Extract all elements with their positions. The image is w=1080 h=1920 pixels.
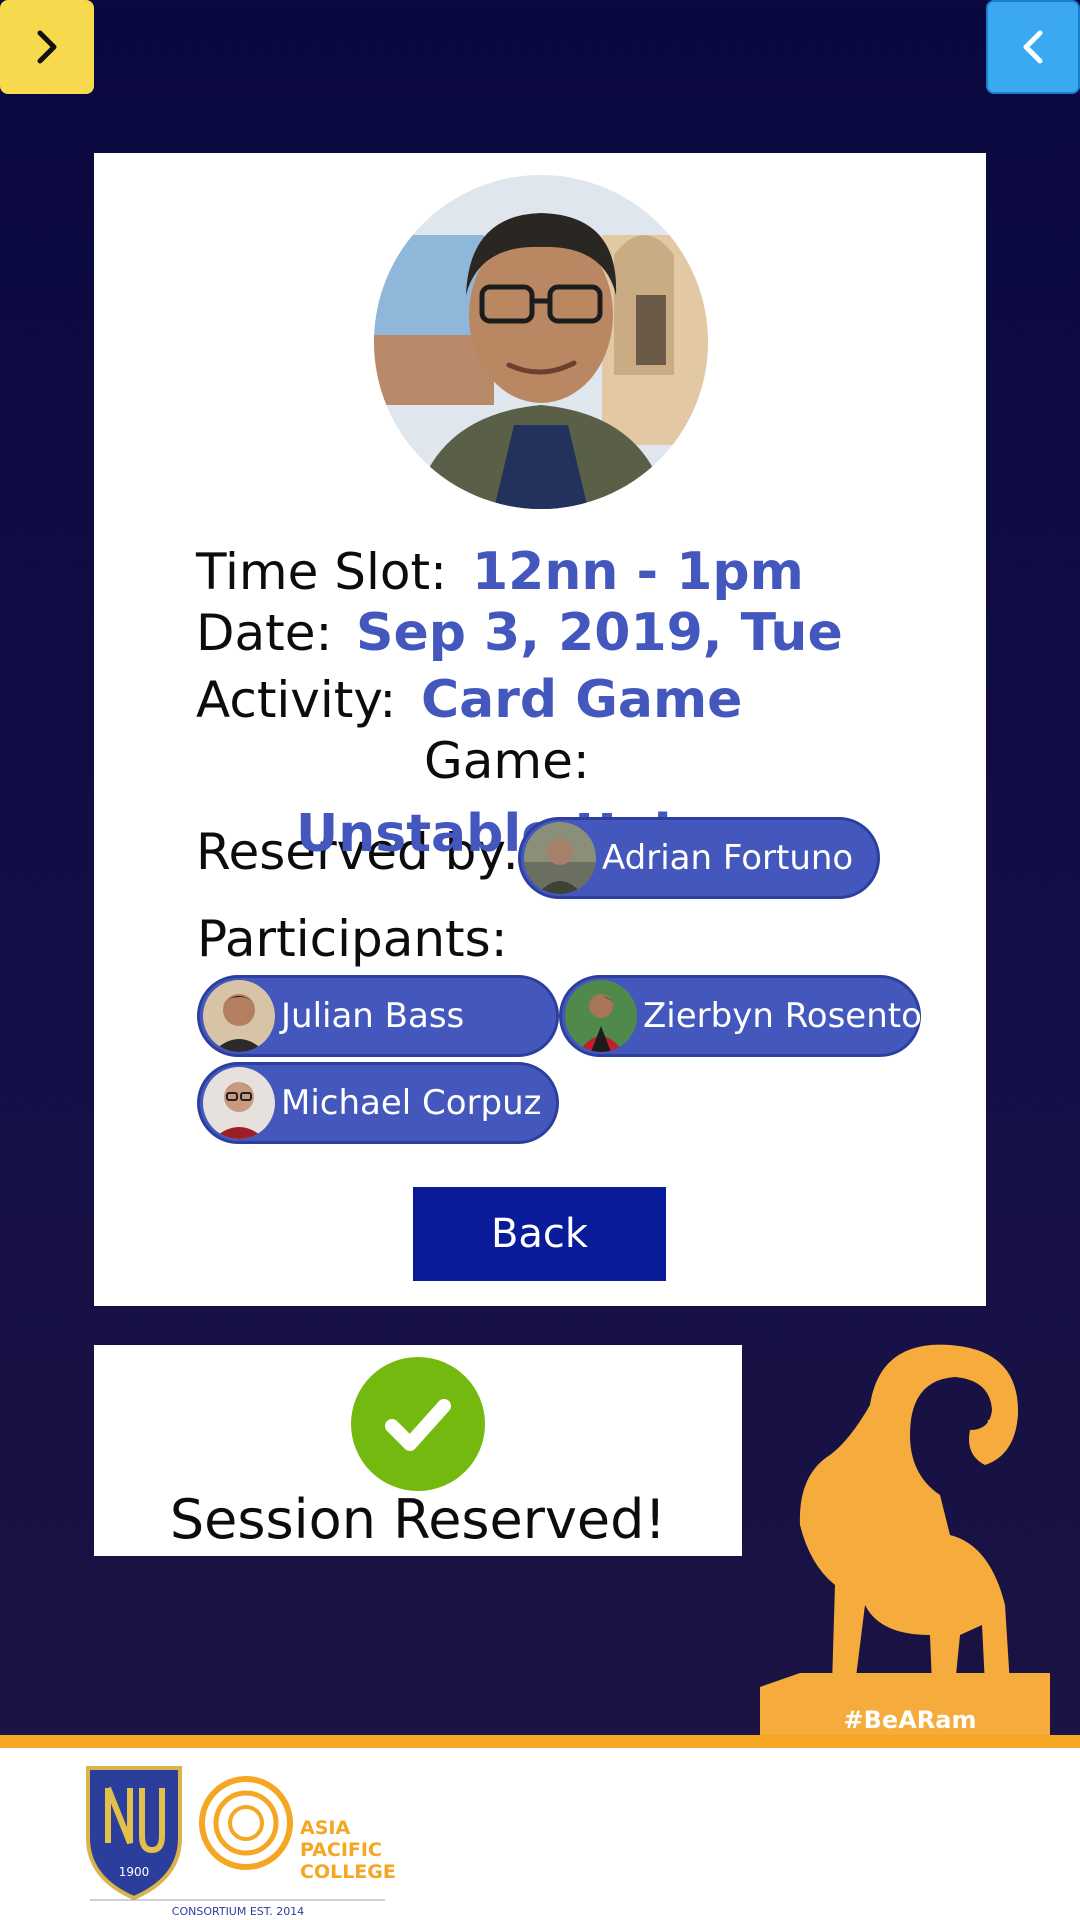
participant-name: Julian Bass [281, 996, 465, 1036]
participant-chip[interactable]: Zierbyn Rosento [559, 975, 922, 1057]
activity-value: Card Game [421, 670, 743, 730]
apc-text-1: ASIA [300, 1817, 350, 1839]
reserved-by-chip[interactable]: Adrian Fortuno [518, 817, 880, 899]
avatar [524, 822, 596, 894]
consortium-text: CONSORTIUM EST. 2014 [172, 1905, 304, 1918]
back-button[interactable]: Back [413, 1187, 666, 1281]
check-icon [351, 1357, 485, 1491]
apc-text-2: PACIFIC [300, 1839, 382, 1861]
avatar [203, 980, 275, 1052]
game-label: Game: [424, 732, 590, 790]
reservation-card: Time Slot: 12nn - 1pm Date: Sep 3, 2019,… [94, 153, 986, 1306]
footer-stripe [0, 1735, 1080, 1749]
participant-name: Michael Corpuz [281, 1083, 542, 1123]
date-value: Sep 3, 2019, Tue [356, 603, 843, 663]
avatar [565, 980, 637, 1052]
chevron-right-icon [37, 30, 57, 64]
participants-label: Participants: [197, 910, 508, 968]
time-slot-value: 12nn - 1pm [472, 542, 804, 602]
toast-message: Session Reserved! [169, 1488, 667, 1551]
profile-photo [374, 175, 708, 509]
participant-name: Zierbyn Rosento [643, 996, 922, 1036]
activity-label: Activity: [196, 671, 397, 729]
ram-mascot: #BeARam [760, 1344, 1050, 1745]
time-slot-label: Time Slot: [196, 543, 447, 601]
shield-year: 1900 [119, 1865, 150, 1879]
participant-chip[interactable]: Michael Corpuz [197, 1062, 559, 1144]
footer: 1900 ASIA PACIFIC COLLEGE CONSORTIUM EST… [0, 1748, 1080, 1920]
next-button[interactable] [0, 0, 94, 94]
date-label: Date: [196, 604, 333, 662]
hashtag-text: #BeARam [844, 1706, 977, 1734]
avatar [203, 1067, 275, 1139]
chevron-left-icon [1023, 30, 1043, 64]
reserved-by-name: Adrian Fortuno [602, 838, 854, 878]
apc-text-3: COLLEGE [300, 1861, 396, 1883]
school-logos: 1900 ASIA PACIFIC COLLEGE CONSORTIUM EST… [86, 1766, 396, 1918]
success-toast: Session Reserved! [94, 1345, 742, 1556]
previous-button[interactable] [986, 0, 1080, 94]
participant-chip[interactable]: Julian Bass [197, 975, 559, 1057]
